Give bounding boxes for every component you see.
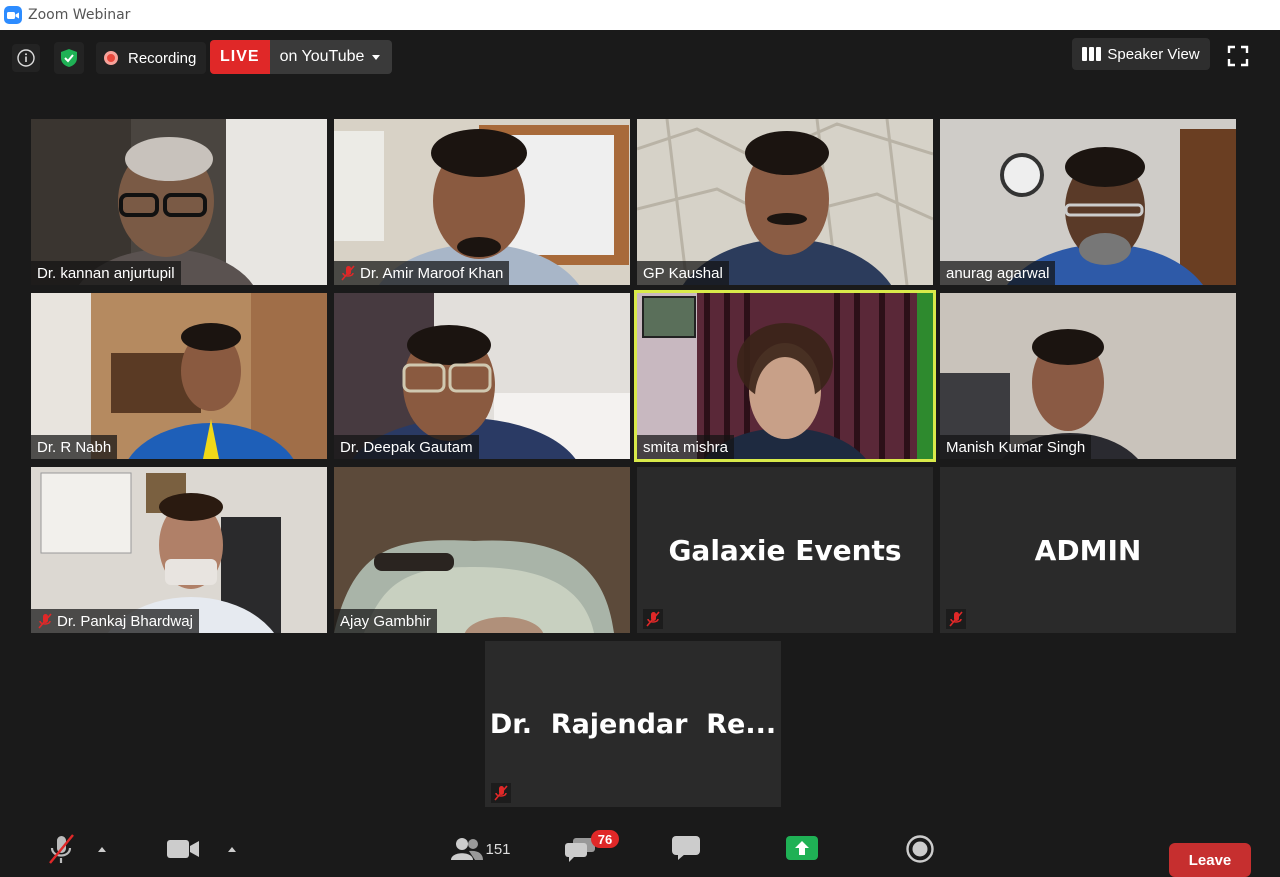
speaker-view-label: Speaker View bbox=[1107, 45, 1200, 63]
muted-mic-icon bbox=[37, 613, 53, 629]
participants-button[interactable]: 151 bbox=[450, 834, 512, 864]
meeting-topbar: Recording LIVE on YouTube Speaker View bbox=[0, 30, 1280, 90]
participant-name-tag: Dr. Amir Maroof Khan bbox=[334, 261, 510, 285]
shield-icon bbox=[61, 49, 77, 67]
recording-indicator[interactable]: Recording bbox=[96, 42, 207, 74]
participant-name-tag: smita mishra bbox=[637, 435, 735, 459]
qa-badge: 76 bbox=[591, 830, 619, 848]
speaker-view-button[interactable]: Speaker View bbox=[1072, 38, 1210, 70]
video-tile[interactable]: Dr. Pankaj Bhardwaj bbox=[31, 467, 327, 633]
participant-name: GP Kaushal bbox=[643, 264, 723, 282]
participant-name-tag: Ajay Gambhir bbox=[334, 609, 437, 633]
video-tile[interactable]: Dr. R Nabh bbox=[31, 293, 327, 459]
live-target: on YouTube bbox=[269, 40, 393, 74]
video-tile[interactable]: GP Kaushal bbox=[637, 119, 933, 285]
chat-icon bbox=[672, 836, 700, 860]
participant-name: Dr. Deepak Gautam bbox=[340, 438, 473, 456]
participant-name-tag: Dr. kannan anjurtupil bbox=[31, 261, 181, 285]
view-grid-icon bbox=[1082, 47, 1102, 61]
participant-name-tag: Dr. Deepak Gautam bbox=[334, 435, 479, 459]
participant-name-tag: anurag agarwal bbox=[940, 261, 1056, 285]
video-tile[interactable]: Dr. Deepak Gautam bbox=[334, 293, 630, 459]
participant-name: Dr. R Nabh bbox=[37, 438, 112, 456]
video-tile-no-video[interactable]: ADMIN bbox=[940, 467, 1236, 633]
participant-name: Galaxie Events bbox=[668, 533, 902, 567]
muted-mic-icon bbox=[340, 265, 356, 281]
video-tile[interactable]: Ajay Gambhir bbox=[334, 467, 630, 633]
security-button[interactable] bbox=[54, 42, 84, 74]
live-stream-dropdown[interactable]: LIVE on YouTube bbox=[210, 40, 393, 74]
participant-name: Manish Kumar Singh bbox=[946, 438, 1086, 456]
participants-count: 151 bbox=[485, 840, 511, 858]
start-video-button[interactable] bbox=[164, 836, 202, 862]
participant-name: Dr. Amir Maroof Khan bbox=[360, 264, 504, 282]
live-target-label: on YouTube bbox=[279, 48, 365, 65]
share-screen-icon bbox=[786, 836, 818, 860]
participant-name: anurag agarwal bbox=[946, 264, 1050, 282]
audio-options-caret[interactable] bbox=[94, 844, 110, 854]
participants-icon bbox=[451, 838, 484, 860]
record-icon bbox=[906, 835, 934, 863]
chevron-down-icon bbox=[372, 54, 381, 60]
record-button[interactable] bbox=[904, 834, 936, 864]
recording-label: Recording bbox=[128, 49, 197, 67]
unmute-button[interactable] bbox=[44, 832, 78, 866]
participant-name: Dr. kannan anjurtupil bbox=[37, 264, 175, 282]
participant-name-tag: Dr. R Nabh bbox=[31, 435, 118, 459]
participant-name: ADMIN bbox=[1034, 533, 1142, 567]
video-options-caret[interactable] bbox=[224, 844, 240, 854]
participant-name: Dr. Pankaj Bhardwaj bbox=[57, 612, 193, 630]
window-title: Zoom Webinar bbox=[28, 7, 131, 23]
video-tile[interactable]: Dr. Amir Maroof Khan bbox=[334, 119, 630, 285]
share-screen-button[interactable] bbox=[784, 834, 820, 862]
video-tile-active-speaker[interactable]: smita mishra bbox=[634, 290, 936, 462]
muted-mic-icon bbox=[643, 609, 663, 629]
live-badge: LIVE bbox=[210, 40, 270, 74]
record-icon bbox=[104, 51, 118, 65]
participant-name-tag: GP Kaushal bbox=[637, 261, 729, 285]
chat-button[interactable] bbox=[669, 834, 703, 862]
video-camera-icon bbox=[167, 840, 199, 858]
participant-name: Dr. Rajendar Re... bbox=[489, 708, 777, 740]
participant-name-tag: Manish Kumar Singh bbox=[940, 435, 1092, 459]
video-tile[interactable]: anurag agarwal bbox=[940, 119, 1236, 285]
zoom-app-icon bbox=[4, 6, 22, 24]
chevron-up-icon bbox=[98, 846, 106, 852]
participant-name-tag: Dr. Pankaj Bhardwaj bbox=[31, 609, 199, 633]
window-titlebar: Zoom Webinar bbox=[0, 0, 1280, 30]
video-tile[interactable]: Dr. kannan anjurtupil bbox=[31, 119, 327, 285]
muted-mic-icon bbox=[49, 834, 74, 864]
info-icon bbox=[17, 49, 35, 67]
video-tile-no-video[interactable]: Dr. Rajendar Re... bbox=[485, 641, 781, 807]
video-tile-no-video[interactable]: Galaxie Events bbox=[637, 467, 933, 633]
video-tile[interactable]: Manish Kumar Singh bbox=[940, 293, 1236, 459]
fullscreen-icon[interactable] bbox=[1226, 44, 1250, 68]
leave-button[interactable]: Leave bbox=[1169, 843, 1251, 877]
participant-name: Ajay Gambhir bbox=[340, 612, 431, 630]
participant-name: smita mishra bbox=[643, 438, 729, 456]
muted-mic-icon bbox=[946, 609, 966, 629]
muted-mic-icon bbox=[491, 783, 511, 803]
meeting-info-button[interactable] bbox=[12, 44, 40, 72]
chevron-up-icon bbox=[228, 846, 236, 852]
